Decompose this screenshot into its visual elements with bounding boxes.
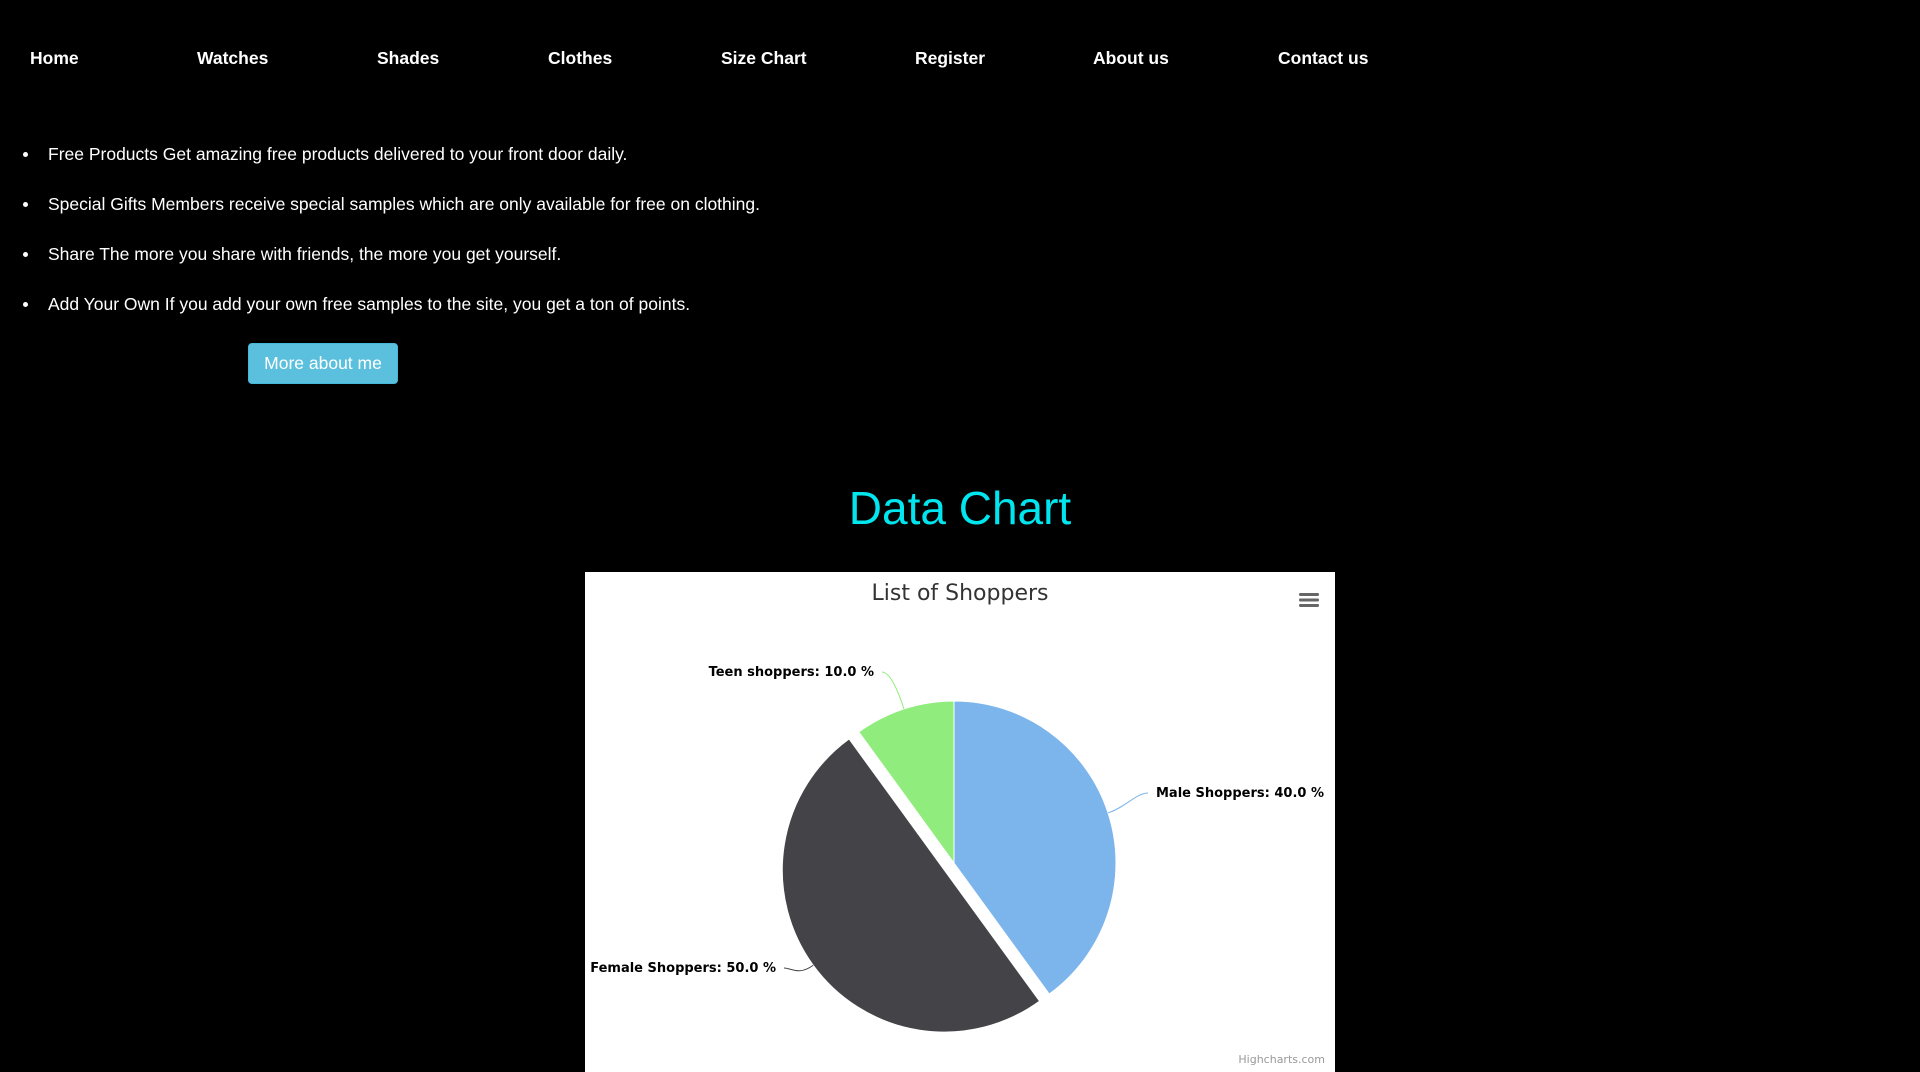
nav-shades[interactable]: Shades [377,48,439,69]
pie-chart: List of Shoppers Male Shoppers: 40.0 % Fe… [585,572,1335,1072]
pie-chart-container: List of Shoppers Male Shoppers: 40.0 % Fe… [585,572,1335,1072]
main-nav: Home Watches Shades Clothes Size Chart R… [0,0,1920,124]
chart-title: List of Shoppers [872,581,1049,606]
list-item: Special Gifts Members receive special sa… [0,182,1000,232]
list-item: Free Products Get amazing free products … [0,132,1000,182]
pie-data-label: Female Shoppers: 50.0 % [590,961,776,976]
nav-home[interactable]: Home [30,48,79,69]
bullet-icon [23,152,28,157]
nav-about-us[interactable]: About us [1093,48,1169,69]
feature-text: Share The more you share with friends, t… [48,244,562,264]
nav-clothes[interactable]: Clothes [548,48,612,69]
list-item: Add Your Own If you add your own free sa… [0,282,1000,332]
hamburger-menu-icon[interactable] [1298,589,1320,611]
bullet-icon [23,302,28,307]
nav-register[interactable]: Register [915,48,985,69]
chart-credits[interactable]: Highcharts.com [1238,1053,1325,1066]
bullet-icon [23,202,28,207]
pie-data-label: Teen shoppers: 10.0 % [709,665,874,680]
feature-list: Free Products Get amazing free products … [0,132,1000,332]
bullet-icon [23,252,28,257]
nav-size-chart[interactable]: Size Chart [721,48,807,69]
nav-watches[interactable]: Watches [197,48,268,69]
section-title: Data Chart [848,482,1072,534]
feature-text: Special Gifts Members receive special sa… [48,194,760,214]
list-item: Share The more you share with friends, t… [0,232,1000,282]
nav-contact-us[interactable]: Contact us [1278,48,1368,69]
more-about-me-button[interactable]: More about me [248,343,398,384]
feature-text: Add Your Own If you add your own free sa… [48,294,691,314]
feature-text: Free Products Get amazing free products … [48,144,628,164]
pie-data-label: Male Shoppers: 40.0 % [1156,786,1324,801]
